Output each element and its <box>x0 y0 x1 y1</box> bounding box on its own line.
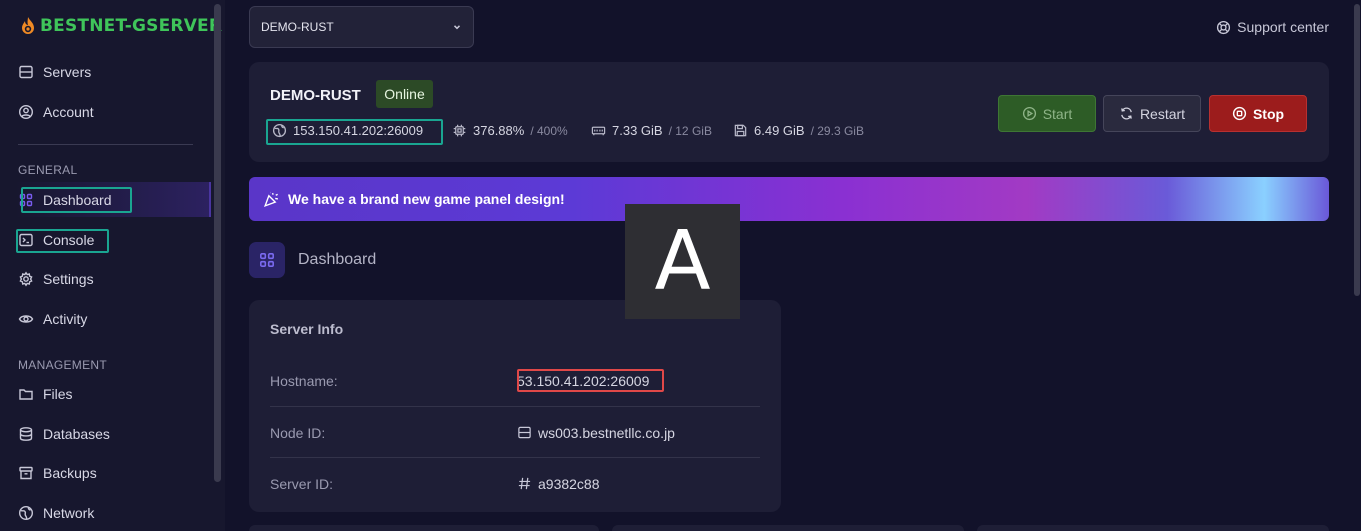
sidebar-item-files[interactable]: Files <box>18 382 73 406</box>
stop-circle-icon <box>1232 106 1247 121</box>
sidebar-item-label: Account <box>43 104 94 120</box>
dashboard-heading: Dashboard <box>249 242 376 278</box>
node-id-text: ws003.bestnetllc.co.jp <box>538 424 675 441</box>
announcement-banner[interactable]: We have a brand new game panel design! <box>249 177 1329 221</box>
sidebar-scrollbar[interactable] <box>214 4 221 482</box>
sidebar-item-databases[interactable]: Databases <box>18 422 110 446</box>
hash-icon <box>518 477 531 490</box>
annotation-marker: A <box>625 204 740 319</box>
start-button[interactable]: Start <box>998 95 1096 132</box>
sidebar-item-label: Databases <box>43 426 110 442</box>
partial-card <box>612 525 964 531</box>
page-title: Dashboard <box>298 251 377 268</box>
refresh-icon <box>1121 107 1132 120</box>
flame-logo-icon <box>22 17 34 34</box>
section-label-general: GENERAL <box>18 163 78 177</box>
highlight-box-console <box>16 229 109 253</box>
stat-cpu: 376.88% / 400% <box>452 123 568 138</box>
start-label: Start <box>1042 105 1073 122</box>
sidebar-item-settings[interactable]: Settings <box>18 267 94 291</box>
info-row-node-id: Node ID: ws003.bestnetllc.co.jp <box>270 407 760 458</box>
memory-limit: / 12 GiB <box>668 123 712 138</box>
database-icon <box>19 427 33 441</box>
support-center-link[interactable]: Support center <box>1216 19 1329 35</box>
sidebar-item-servers[interactable]: Servers <box>18 60 91 84</box>
highlight-box-dashboard <box>21 187 132 213</box>
server-name: DEMO-RUST <box>270 87 361 104</box>
node-id-label: Node ID: <box>270 424 326 441</box>
chevron-down-icon <box>453 25 461 30</box>
server-status-card: DEMO-RUST Online 153.150.41.202:26009 37… <box>249 62 1329 162</box>
cpu-limit: / 400% <box>530 123 568 138</box>
stop-label: Stop <box>1252 105 1285 122</box>
user-circle-icon <box>18 104 34 120</box>
gear-icon <box>19 271 33 287</box>
node-id-value: ws003.bestnetllc.co.jp <box>517 425 675 441</box>
server-icon <box>19 65 33 79</box>
sidebar-item-label: Activity <box>43 311 88 327</box>
cpu-usage: 376.88% <box>473 123 525 138</box>
page-scrollbar[interactable] <box>1354 4 1360 296</box>
server-id-label: Server ID: <box>270 475 334 492</box>
folder-icon <box>19 389 33 400</box>
play-circle-icon <box>1022 106 1036 121</box>
sidebar-item-label: Network <box>43 505 95 521</box>
status-badge: Online <box>376 80 433 108</box>
disk-save-icon <box>734 124 747 137</box>
sidebar-item-label: Backups <box>43 465 97 481</box>
restart-label: Restart <box>1139 105 1186 122</box>
sidebar-item-label: Settings <box>43 271 94 287</box>
sidebar-divider <box>18 144 193 145</box>
sidebar-item-label: Files <box>43 386 73 402</box>
sidebar-item-backups[interactable]: Backups <box>18 461 97 485</box>
memory-usage: 7.33 GiB <box>612 123 663 138</box>
brand-name: BESTNET-GSERVER <box>40 16 223 36</box>
restart-button[interactable]: Restart <box>1103 95 1201 132</box>
sidebar-item-label: Servers <box>43 64 92 80</box>
sidebar-item-activity[interactable]: Activity <box>18 307 87 331</box>
server-id-value: a9382c88 <box>517 476 600 492</box>
cpu-icon <box>453 124 466 137</box>
highlight-box-address <box>266 119 443 145</box>
partial-card <box>249 525 599 531</box>
sidebar-item-network[interactable]: Network <box>18 501 94 525</box>
grid-icon <box>260 253 274 267</box>
info-row-hostname: Hostname: 53.150.41.202:26009 <box>270 355 760 406</box>
eye-icon <box>18 315 34 323</box>
server-info-title: Server Info <box>270 321 344 337</box>
server-info-card: Server Info Hostname: 53.150.41.202:2600… <box>249 300 781 512</box>
stat-disk: 6.49 GiB / 29.3 GiB <box>733 123 864 138</box>
sidebar: BESTNET-GSERVER Servers Account GENERAL … <box>0 0 225 531</box>
highlight-box-hostname <box>517 369 664 392</box>
globe-icon <box>18 505 34 521</box>
section-label-management: MANAGEMENT <box>18 358 108 372</box>
sidebar-item-account[interactable]: Account <box>18 100 94 124</box>
dashboard-icon-tile <box>249 242 285 278</box>
archive-icon <box>19 466 33 480</box>
server-icon <box>518 426 531 439</box>
server-select-value: DEMO-RUST <box>261 20 334 34</box>
lifebuoy-icon <box>1217 20 1231 34</box>
party-popper-icon <box>263 191 279 207</box>
partial-card <box>977 525 1329 531</box>
stop-button[interactable]: Stop <box>1209 95 1307 132</box>
banner-text: We have a brand new game panel design! <box>288 191 565 207</box>
hostname-label: Hostname: <box>270 372 338 389</box>
memory-icon <box>591 126 606 136</box>
disk-limit: / 29.3 GiB <box>810 123 864 138</box>
info-row-server-id: Server ID: a9382c88 <box>270 458 760 509</box>
brand-logo[interactable]: BESTNET-GSERVER <box>18 16 222 36</box>
stat-memory: 7.33 GiB / 12 GiB <box>591 123 712 138</box>
support-center-label: Support center <box>1237 19 1329 35</box>
server-select-dropdown[interactable]: DEMO-RUST <box>249 6 474 48</box>
disk-usage: 6.49 GiB <box>754 123 805 138</box>
server-id-text: a9382c88 <box>538 475 600 492</box>
